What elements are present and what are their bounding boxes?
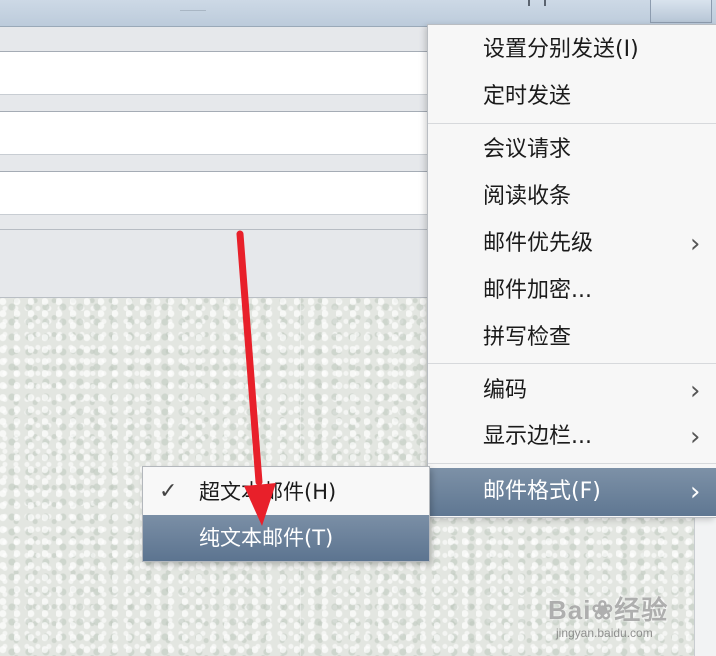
menu-item-encoding[interactable]: 编码 ›: [428, 368, 716, 414]
toolbar-button[interactable]: [650, 0, 712, 23]
menu-item-scheduled-send[interactable]: 定时发送: [428, 74, 716, 120]
menu-item-mail-format[interactable]: 邮件格式(F) ›: [428, 468, 716, 516]
toolbar-icon-fragment[interactable]: [528, 0, 546, 6]
menu-item-encrypt[interactable]: 邮件加密...: [428, 268, 716, 314]
watermark-url: jingyan.baidu.com: [556, 626, 653, 640]
menu-separator: [428, 123, 716, 124]
submenu-item-label: 超文本邮件(H): [199, 480, 337, 504]
chevron-right-icon: ›: [690, 229, 701, 259]
watermark-logo: Bai❀经验: [548, 595, 669, 625]
chevron-right-icon: ›: [690, 477, 701, 507]
menu-item-meeting-request[interactable]: 会议请求: [428, 127, 716, 173]
menu-item-priority[interactable]: 邮件优先级 ›: [428, 221, 716, 267]
menu-item-spellcheck[interactable]: 拼写检查: [428, 315, 716, 361]
menu-item-label: 定时发送: [483, 84, 572, 109]
checkmark-icon: ✓: [159, 479, 178, 504]
menu-item-show-sidebar[interactable]: 显示边栏... ›: [428, 414, 716, 460]
chevron-right-icon: ›: [690, 422, 701, 452]
menu-item-label: 设置分别发送(I): [483, 37, 639, 62]
menu-item-label: 邮件优先级: [483, 231, 594, 256]
menu-item-label: 邮件格式(F): [483, 479, 601, 504]
menu-item-label: 阅读收条: [483, 184, 572, 209]
menu-item-send-separately[interactable]: 设置分别发送(I): [428, 27, 716, 73]
window-toolbar: [0, 0, 716, 27]
menu-item-label: 会议请求: [483, 137, 572, 162]
menu-item-label: 编码: [483, 378, 528, 403]
chevron-right-icon: ›: [690, 376, 701, 406]
submenu-item-plain-text-mail[interactable]: 纯文本邮件(T): [143, 515, 429, 561]
submenu-item-label: 纯文本邮件(T): [199, 526, 334, 550]
menu-separator: [428, 363, 716, 364]
menu-item-label: 拼写检查: [483, 325, 572, 350]
options-menu: 设置分别发送(I) 定时发送 会议请求 阅读收条 邮件优先级 › 邮件加密...…: [427, 24, 716, 518]
toolbar-separator: [180, 0, 206, 11]
menu-separator: [428, 463, 716, 464]
baidu-jingyan-watermark: Bai❀经验 jingyan.baidu.com: [548, 590, 708, 650]
menu-item-label: 邮件加密...: [483, 278, 592, 303]
mail-format-submenu: ✓ 超文本邮件(H) 纯文本邮件(T): [142, 466, 430, 562]
menu-item-read-receipt[interactable]: 阅读收条: [428, 174, 716, 220]
menu-item-label: 显示边栏...: [483, 424, 592, 449]
submenu-item-html-mail[interactable]: ✓ 超文本邮件(H): [143, 469, 429, 515]
